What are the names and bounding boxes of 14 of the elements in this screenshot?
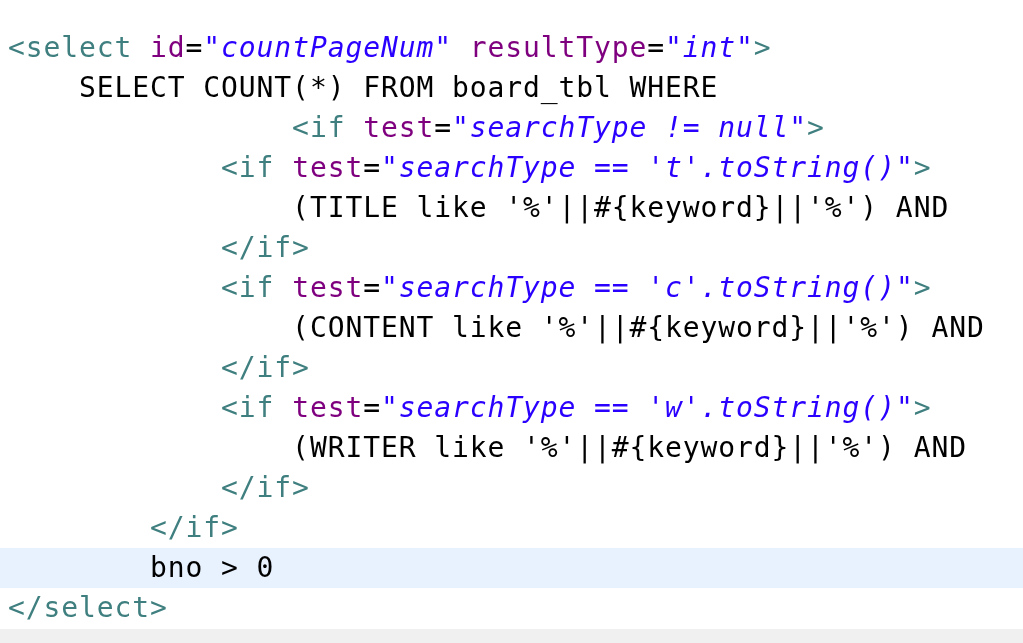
code-line: <if test="searchType == 'c'.toString()"> [220,270,933,306]
code-line: </if> [220,470,311,506]
code-line: </if> [220,350,311,386]
code-line: <if test="searchType == 'w'.toString()"> [220,390,933,426]
code-line: <if test="searchType == 't'.toString()"> [220,150,933,186]
code-line: </if> [220,230,311,266]
code-line: <if test="searchType != null"> [291,110,826,146]
code-line: SELECT COUNT(*) FROM board_tbl WHERE [78,70,720,106]
code-line: </select> [7,590,169,626]
code-line: (WRITER like '%'||#{keyword}||'%') AND [291,430,968,466]
code-line: (CONTENT like '%'||#{keyword}||'%') AND [291,310,986,346]
code-line: </if> [149,510,240,546]
code-line: <select id="countPageNum" resultType="int"> [7,30,773,66]
code-line: (TITLE like '%'||#{keyword}||'%') AND [291,190,951,226]
